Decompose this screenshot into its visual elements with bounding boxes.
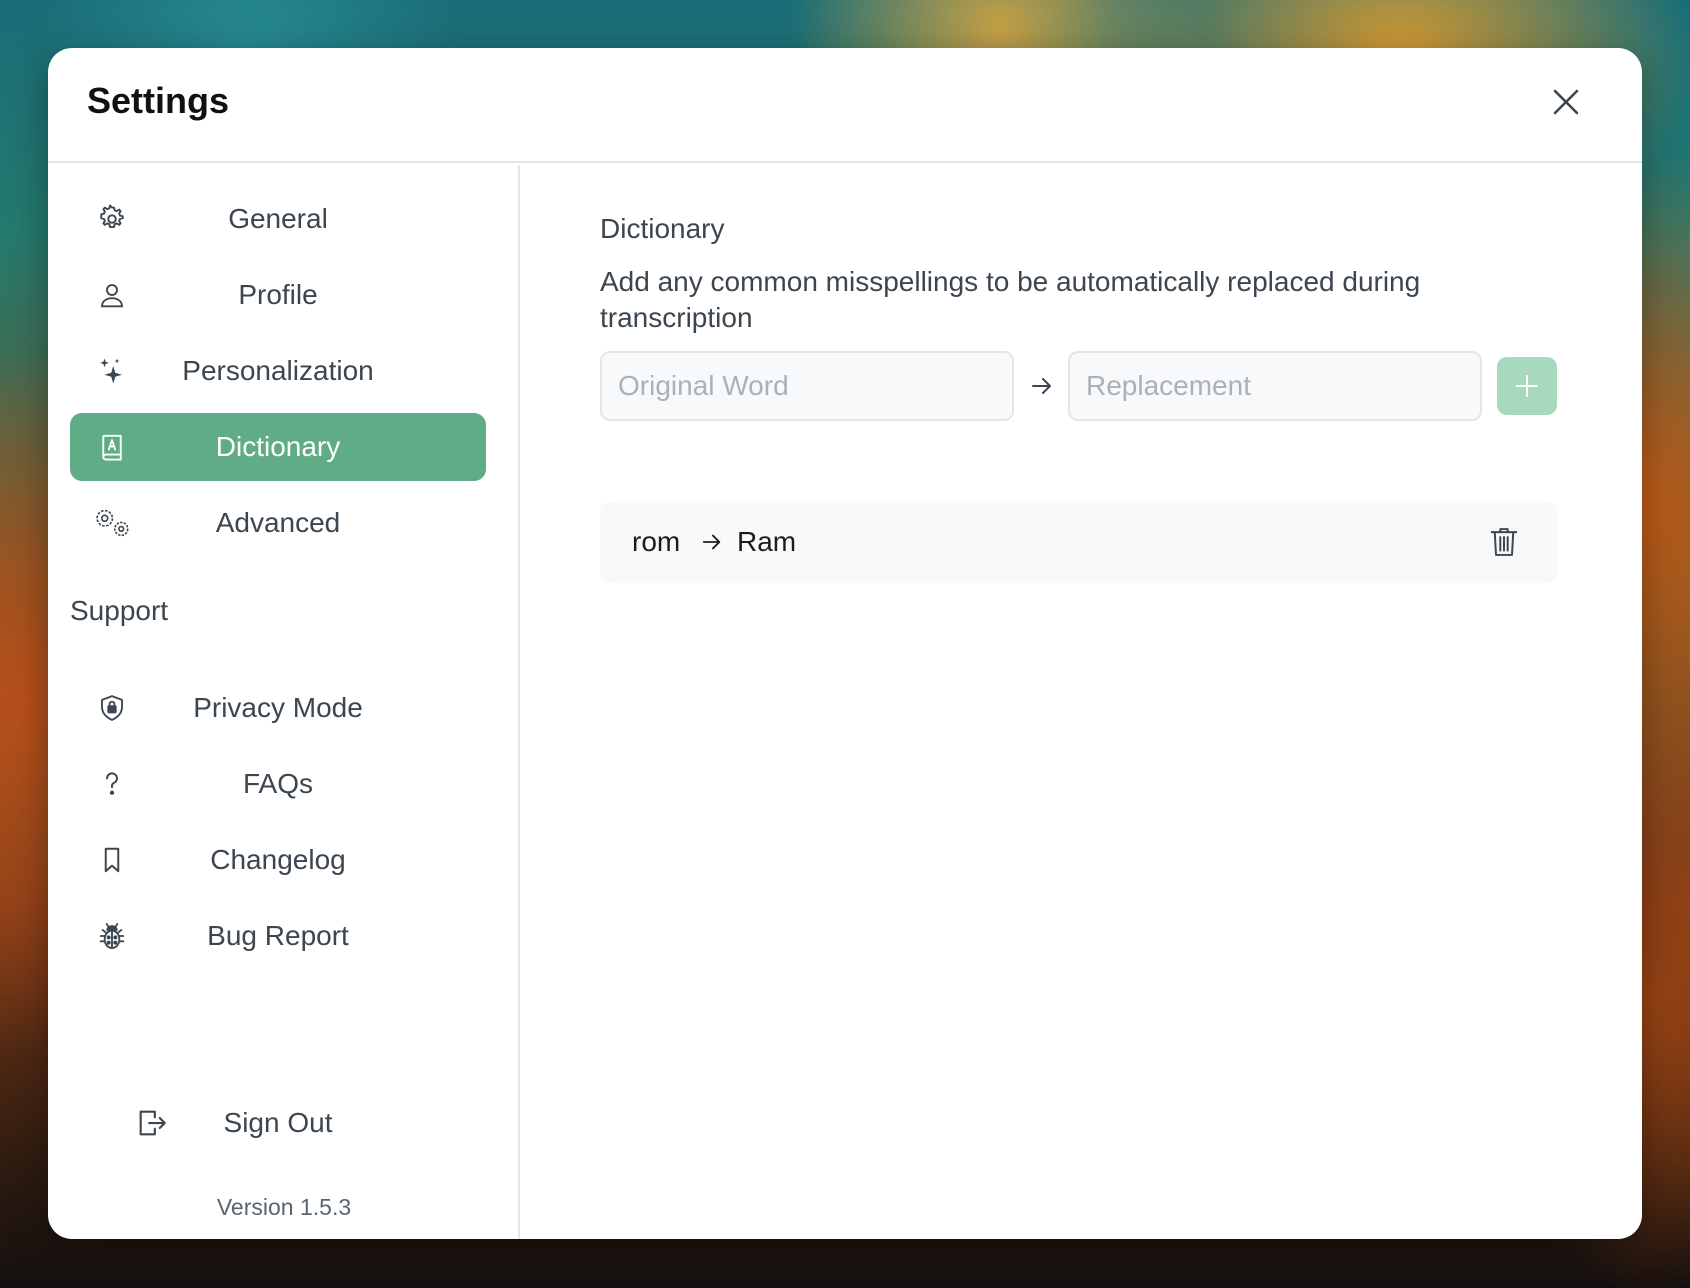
arrow-right-icon xyxy=(1027,371,1057,401)
entry-replacement-word: Ram xyxy=(737,526,797,557)
plus-icon xyxy=(1516,375,1538,397)
sidebar-item-faqs[interactable]: FAQs xyxy=(70,750,486,818)
dictionary-panel: Dictionary Add any common misspellings t… xyxy=(522,165,1642,1239)
dictionary-entry: rom Ram xyxy=(600,501,1558,583)
entry-original-word: rom xyxy=(632,526,681,557)
sidebar-item-label: Changelog xyxy=(210,844,346,875)
sidebar-item-label: Advanced xyxy=(215,507,341,538)
sidebar-item-changelog[interactable]: Changelog xyxy=(70,826,486,894)
delete-entry-button[interactable] xyxy=(1486,524,1522,560)
section-title: Dictionary xyxy=(600,213,725,244)
close-icon xyxy=(1553,89,1579,115)
original-word-input[interactable] xyxy=(600,351,1014,421)
dialog-header: Settings xyxy=(48,48,1642,163)
arrow-right-icon xyxy=(698,528,726,556)
sidebar-item-label: Bug Report xyxy=(207,920,349,951)
trash-icon xyxy=(1490,528,1518,556)
close-button[interactable] xyxy=(1546,82,1586,122)
dialog-title: Settings xyxy=(87,80,230,121)
sidebar-item-personalization[interactable]: Personalization xyxy=(70,337,486,405)
settings-sidebar: General Profile Personalization Dictiona… xyxy=(48,165,520,1239)
sign-out-button[interactable]: Sign Out xyxy=(70,1089,486,1157)
support-section-heading: Support xyxy=(70,595,169,626)
sign-out-label: Sign Out xyxy=(223,1107,333,1138)
sidebar-item-label: Dictionary xyxy=(215,431,341,462)
version-label: Version 1.5.3 xyxy=(216,1194,352,1220)
sidebar-item-advanced[interactable]: Advanced xyxy=(70,489,486,557)
section-description: Add any common misspellings to be automa… xyxy=(600,266,1421,333)
sidebar-item-label: General xyxy=(228,203,328,234)
sidebar-item-bug-report[interactable]: Bug Report xyxy=(70,902,486,970)
sidebar-item-profile[interactable]: Profile xyxy=(70,261,486,329)
add-entry-button[interactable] xyxy=(1497,357,1557,415)
sidebar-item-label: Profile xyxy=(238,279,318,310)
sidebar-item-general[interactable]: General xyxy=(70,185,486,253)
sidebar-item-label: Privacy Mode xyxy=(193,692,363,723)
sidebar-item-privacy-mode[interactable]: Privacy Mode xyxy=(70,674,486,742)
replacement-input[interactable] xyxy=(1068,351,1482,421)
settings-dialog: Settings General Profile Personalization… xyxy=(48,48,1642,1239)
sidebar-item-dictionary[interactable]: Dictionary xyxy=(70,413,486,481)
sidebar-item-label: FAQs xyxy=(242,768,313,799)
sidebar-item-label: Personalization xyxy=(182,355,374,386)
